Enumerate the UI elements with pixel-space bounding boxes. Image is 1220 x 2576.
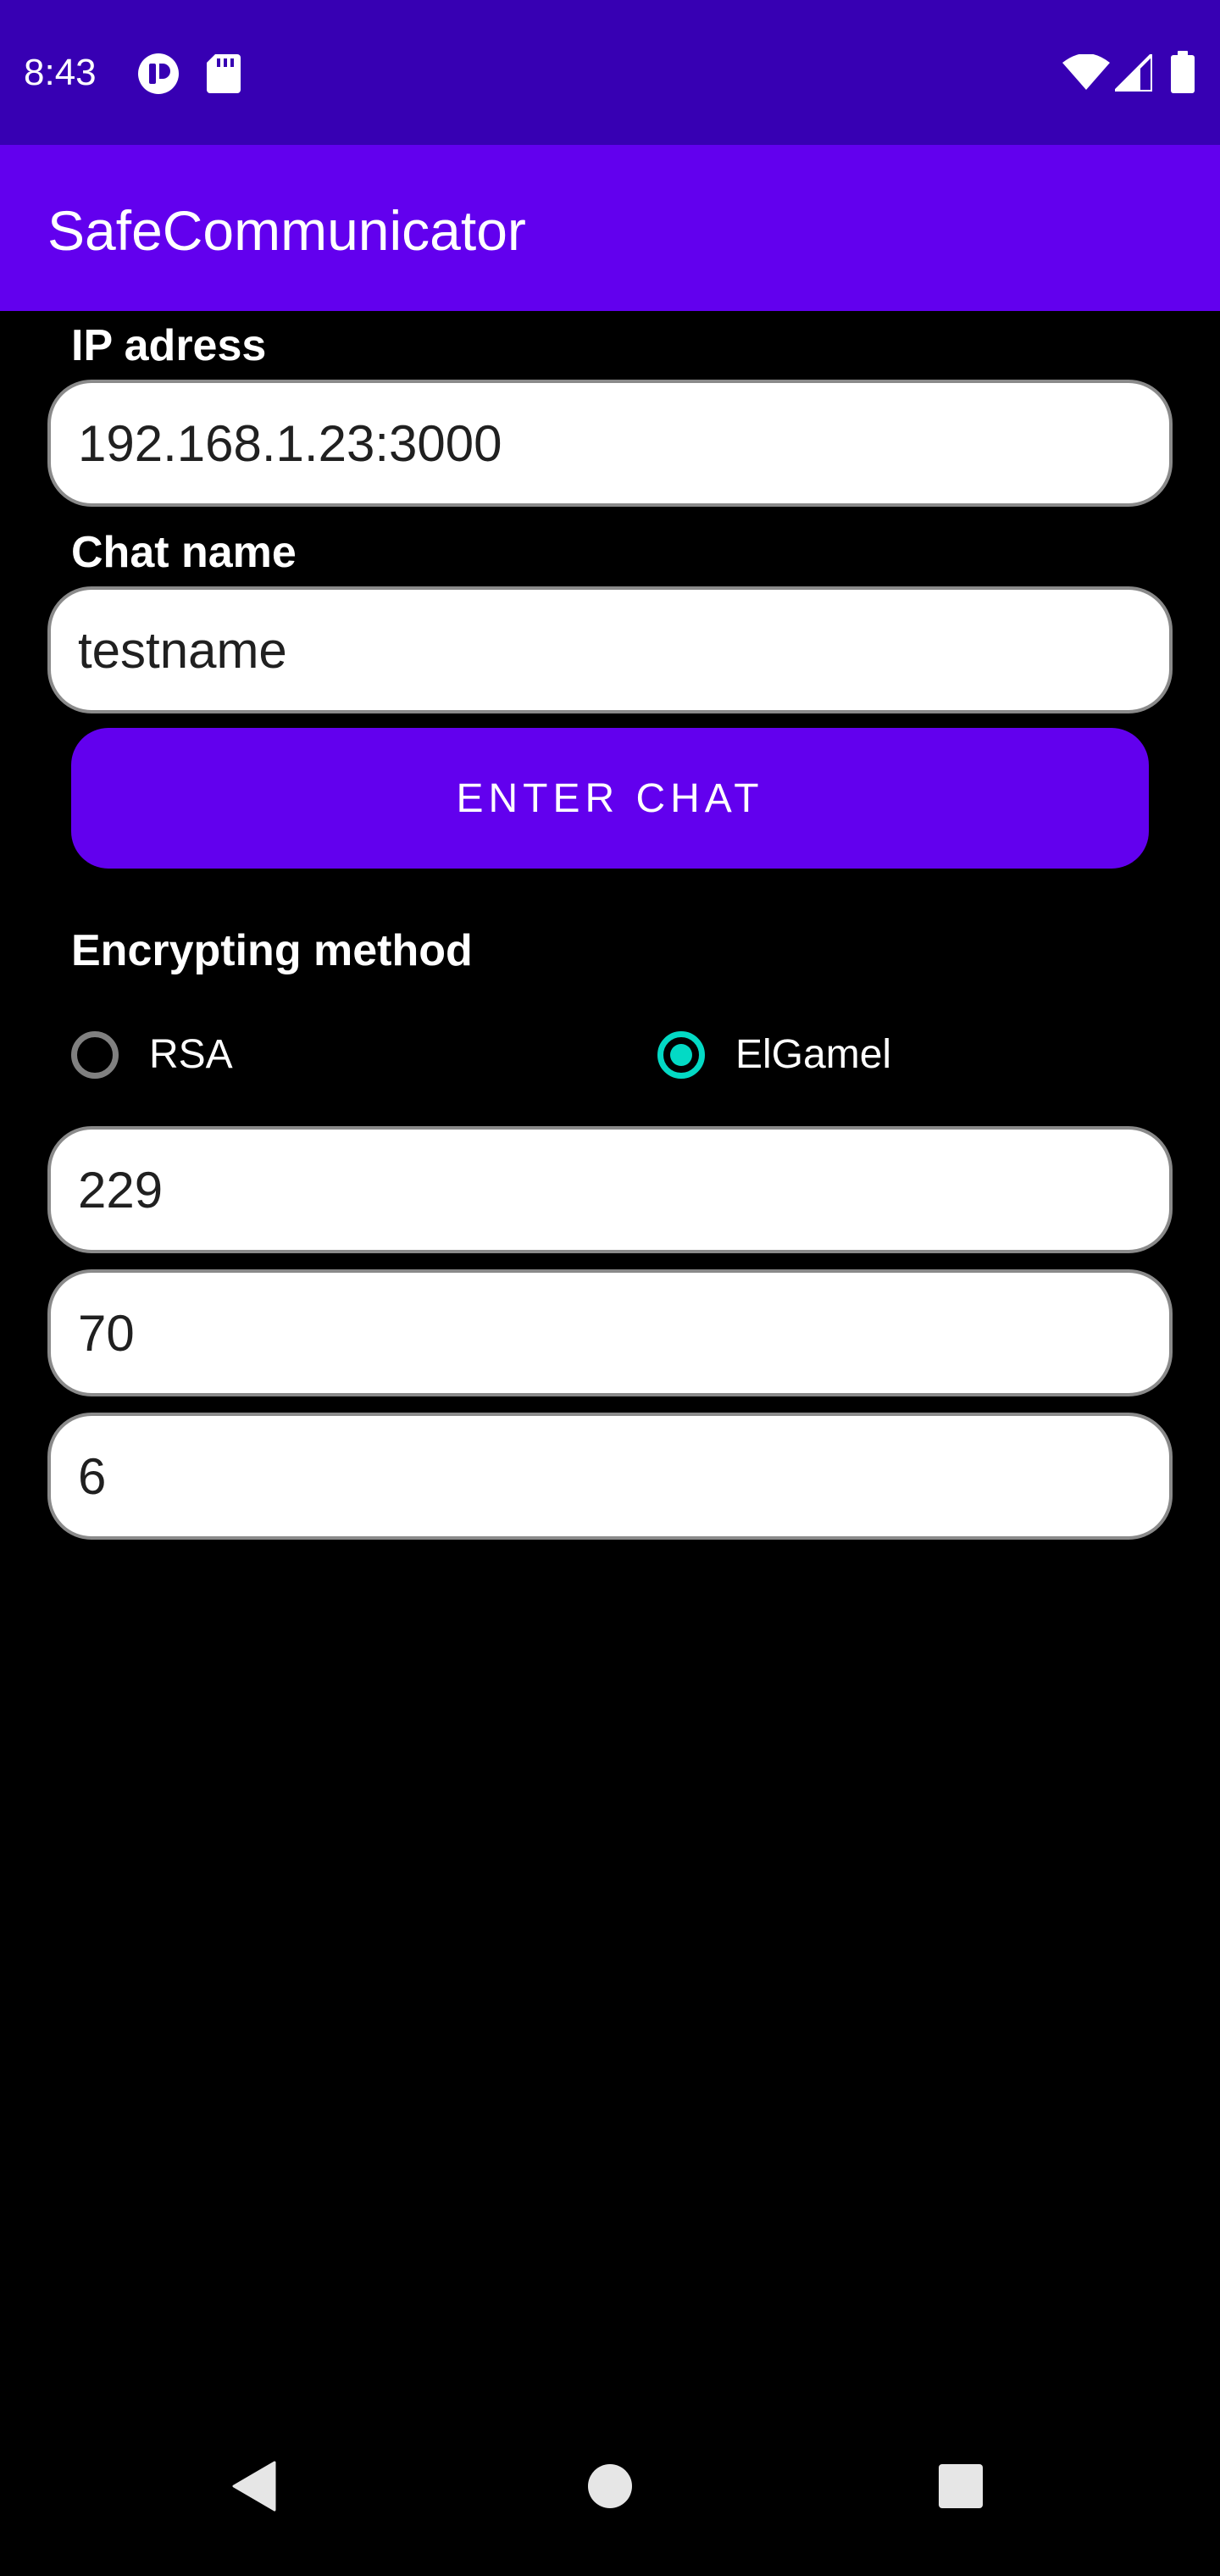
sd-card-icon [207, 54, 241, 93]
radio-label-elgamel: ElGamel [735, 1032, 892, 1077]
radio-label-rsa: RSA [149, 1032, 233, 1077]
key-field-1[interactable] [47, 1126, 1173, 1253]
radio-option-elgamel[interactable]: ElGamel [657, 1017, 891, 1093]
status-time: 8:43 [24, 52, 97, 93]
ip-address-label: IP adress [71, 321, 267, 370]
wifi-icon [1062, 54, 1110, 90]
back-icon[interactable] [232, 2461, 276, 2512]
radio-option-rsa[interactable]: RSA [71, 1017, 233, 1093]
key-field-3[interactable] [47, 1413, 1173, 1540]
navigation-bar [0, 2440, 1220, 2576]
home-icon[interactable] [588, 2464, 632, 2508]
signal-icon [1115, 54, 1152, 92]
radio-dot [670, 1044, 692, 1066]
radio-checked-icon[interactable] [657, 1031, 705, 1079]
recents-icon[interactable] [939, 2464, 983, 2508]
app-title: SafeCommunicator [47, 199, 526, 262]
battery-icon [1171, 51, 1195, 93]
key-field-2[interactable] [47, 1269, 1173, 1396]
enter-chat-button[interactable]: ENTER CHAT [71, 728, 1149, 869]
status-bar: 8:43 [0, 0, 1220, 145]
chat-name-label: Chat name [71, 528, 297, 577]
chat-name-input[interactable] [47, 586, 1173, 713]
encrypting-method-label: Encrypting method [71, 926, 473, 975]
ip-address-input[interactable] [47, 380, 1173, 507]
app-notification-icon [138, 53, 179, 94]
radio-unchecked-icon[interactable] [71, 1031, 119, 1079]
